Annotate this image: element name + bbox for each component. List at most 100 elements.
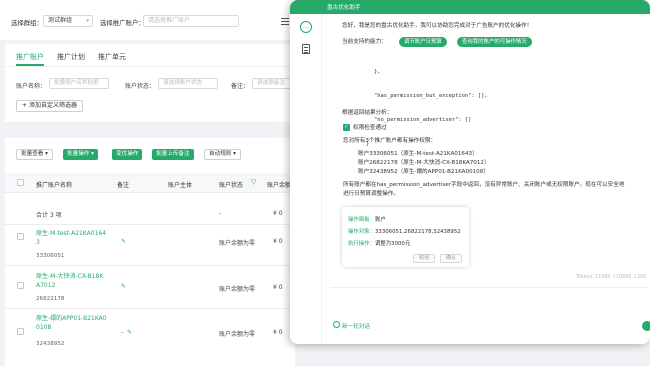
op-panel-value: 账户 (374, 217, 386, 223)
account-name-link[interactable]: 原生-M-大快消-CX-B18K A7012 (36, 272, 111, 290)
header-subject: 账户主体 (168, 182, 193, 189)
tab-divider (5, 65, 295, 67)
edit-icon[interactable]: ✎ (121, 283, 126, 290)
note-placeholder: 请选择备注 (257, 80, 285, 86)
account-name-link[interactable]: 原生-M-test-A21KA0164 3 (36, 229, 111, 247)
note-select[interactable]: 请选择备注 (252, 78, 292, 89)
operation-card: 操作面板：账户 操作对象：33306051,26822178,32438952 … (342, 207, 469, 267)
tab-accounts[interactable]: 推广账户 (16, 52, 44, 62)
account-name-input[interactable]: 批量账户名称检索 (49, 78, 109, 89)
code-line: "no_permission_advertiser": [] (374, 117, 472, 123)
row-divider (5, 265, 295, 266)
account-name-label: 账户名称： (16, 83, 47, 90)
account-id: 26822178 (36, 296, 65, 302)
assistant-sidebar: … (290, 14, 322, 344)
accounts-table-panel: 批量查看 ▾ 批量操作 ▾ 变优操作 批量上传备注 自动规则 ▾ 推广账户名称 … (5, 138, 295, 366)
add-filter-label: 添加自定义筛选器 (28, 102, 77, 109)
capabilities-label: 当前支持的能力： (342, 39, 387, 45)
capability-query-button[interactable]: 查询我的账户的可操作情况 (457, 37, 532, 47)
group-select-value: 测试群组 (48, 17, 73, 24)
optimize-label: 变优操作 (116, 151, 139, 157)
account-name-link[interactable]: 原生-嬛的APP01-B21KA0 0108 (36, 314, 111, 332)
row-checkbox[interactable] (17, 233, 24, 240)
account-status-placeholder: 请选择账户状态 (163, 80, 203, 86)
confirm-button[interactable]: 确认 (440, 254, 463, 263)
code-block: }, "has_permission_but_exception": [], "… (330, 52, 505, 147)
chevron-down-icon: ▾ (91, 151, 94, 157)
plus-icon: + (22, 102, 29, 109)
op-action-label: 执行操作： (348, 241, 375, 247)
new-chat-link[interactable]: 新一轮对话 (342, 322, 370, 330)
capability-budget-button[interactable]: 调节账户日预算 (399, 37, 447, 47)
batch-ops-button[interactable]: 批量操作 ▾ (63, 149, 98, 160)
account-line: 账户33306051（原生-M-test-A21KA01643） (358, 151, 478, 157)
batch-view-label: 批量查看 (21, 151, 44, 157)
row-checkbox[interactable] (17, 328, 24, 335)
batch-view-button[interactable]: 批量查看 ▾ (16, 149, 53, 160)
analysis-label: 根据返回结果分析： (342, 110, 393, 116)
tab-campaigns[interactable]: 推广计划 (57, 52, 85, 62)
code-line: "has_permission_but_exception": [], (374, 93, 488, 99)
summary-status: - (219, 210, 222, 217)
row-checkbox[interactable] (17, 282, 24, 289)
account-balance: ¥ 0 (273, 284, 283, 291)
account-status: 账户余额为零 (219, 240, 256, 247)
row-divider (5, 308, 295, 309)
chevron-down-icon: ▾ (45, 151, 48, 157)
account-id: 33306051 (36, 253, 65, 259)
auto-rules-button[interactable]: 自动规则 ▾ (204, 149, 241, 160)
header-status: 账户状态 (219, 182, 244, 189)
account-status: 账户余额为零 (219, 286, 256, 293)
optimize-button[interactable]: 变优操作 (112, 149, 143, 160)
edit-icon[interactable]: ✎ (121, 238, 126, 245)
document-icon[interactable] (302, 44, 310, 54)
header-note: 备注 (117, 182, 130, 189)
filter-panel: 推广账户 推广计划 推广单元 账户名称： 批量账户名称检索 账户状态： 请选择账… (5, 44, 295, 122)
header-balance: 账户余额 (267, 182, 292, 189)
edit-icon[interactable]: ✎ (127, 329, 132, 336)
account-line: 账户32438952（原生-嬛的APP01-B21KA00108） (358, 169, 489, 175)
select-all-checkbox[interactable] (17, 179, 24, 186)
assistant-titlebar: 盘古优化助手 (290, 0, 650, 14)
account-select-placeholder: 请选择推广账户 (148, 17, 191, 24)
send-icon[interactable] (642, 321, 650, 331)
account-label: 选择推广账户： (100, 19, 145, 27)
op-targets-row: 操作对象：33306051,26822178,32438952 (348, 227, 461, 235)
permission-check-label: 权限检查通过 (353, 125, 387, 131)
tab-units[interactable]: 推广单元 (98, 52, 126, 62)
row-divider (5, 224, 295, 225)
assistant-panel: 盘古优化助手 … 您好，我是您的盘古优化助手，我可以协助您完成对于广告账户的优化… (290, 0, 650, 344)
account-status-select[interactable]: 请选择账户状态 (158, 78, 218, 89)
op-panel-label: 操作面板： (348, 217, 375, 223)
conclusion-text-1: 所有账户都在has_permission_advertiser字段中返回，没有异… (343, 182, 625, 188)
filter-icon[interactable]: ▽ (251, 178, 256, 186)
op-targets-value: 33306051,26822178,32438952 (374, 229, 461, 235)
auto-rules-label: 自动规则 (209, 151, 232, 157)
chevron-down-icon: ▾ (86, 18, 89, 24)
account-balance: ¥ 0 (273, 329, 283, 336)
greeting-text: 您好，我是您的盘古优化助手，我可以协助您完成对于广告账户的优化操作！ (342, 23, 533, 29)
group-select[interactable]: 测试群组 ▾ (43, 15, 93, 27)
table-header: 推广账户名称 备注 账户主体 账户状态 ▽ 账户余额 (5, 173, 295, 193)
batch-upload-note-button[interactable]: 批量上传备注 (152, 149, 194, 160)
account-select[interactable]: 请选择推广账户 (143, 15, 239, 27)
op-panel-row: 操作面板：账户 (348, 215, 386, 223)
op-action-row: 执行操作：调整为3000元 (348, 239, 410, 247)
account-id: 32438952 (36, 341, 65, 347)
header-account-name: 推广账户名称 (36, 182, 73, 189)
op-targets-label: 操作对象： (348, 229, 375, 235)
new-chat-icon[interactable] (333, 321, 340, 328)
account-status: 账户余额为零 (219, 331, 256, 338)
account-name-placeholder: 批量账户名称检索 (54, 80, 99, 86)
chat-input[interactable] (330, 287, 648, 339)
conclusion-text-2: 进行日预算调整操作。 (343, 191, 399, 197)
accounts-intro: 您对所有3个推广账户都有操作权限： (343, 138, 437, 144)
cancel-button[interactable]: 取消 (413, 254, 436, 263)
code-line: }, (374, 69, 381, 75)
chat-icon[interactable]: … (300, 21, 312, 33)
assistant-title: 盘古优化助手 (327, 5, 361, 11)
add-filter-button[interactable]: + 添加自定义筛选器 (16, 100, 83, 112)
account-balance: ¥ 0 (273, 238, 283, 245)
menu-icon[interactable] (281, 18, 289, 25)
note-value: - (121, 329, 124, 336)
